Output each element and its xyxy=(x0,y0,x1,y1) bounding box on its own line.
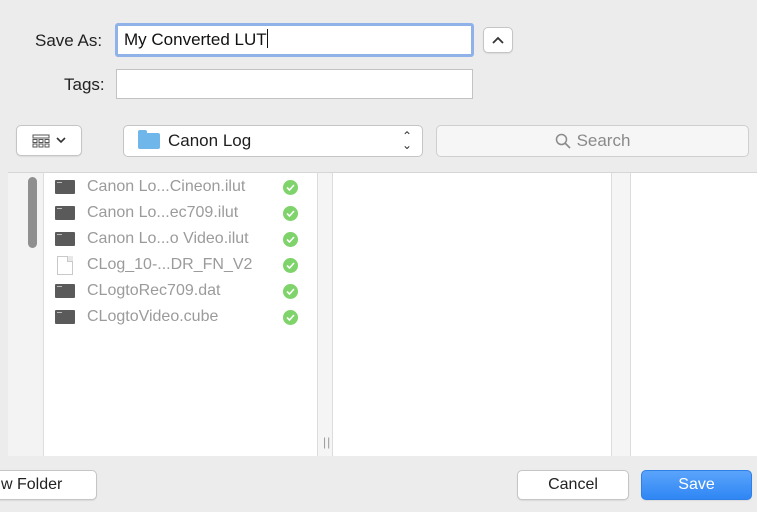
checkmark-icon xyxy=(283,205,298,221)
file-name: CLogtoVideo.cube xyxy=(87,308,219,325)
file-name: Canon Lo...ec709.ilut xyxy=(87,204,239,221)
column-gutter[interactable] xyxy=(612,173,630,457)
file-row[interactable]: CLog_10-...DR_FN_V2 xyxy=(55,253,315,277)
file-browser: Canon Lo...Cineon.ilut Canon Lo...ec709.… xyxy=(8,172,757,457)
document-icon xyxy=(55,284,75,298)
column-view-icon xyxy=(32,134,50,147)
column-resize-handle[interactable]: || xyxy=(323,435,331,449)
file-row[interactable]: Canon Lo...ec709.ilut xyxy=(55,201,315,225)
dialog-footer: w Folder Cancel Save xyxy=(0,456,757,512)
file-column: Canon Lo...Cineon.ilut Canon Lo...ec709.… xyxy=(45,173,325,457)
file-name: Canon Lo...o Video.ilut xyxy=(87,230,249,247)
document-icon xyxy=(55,206,75,220)
checkmark-icon xyxy=(283,231,298,247)
file-name: CLog_10-...DR_FN_V2 xyxy=(87,256,253,273)
search-icon xyxy=(555,133,571,149)
checkmark-icon xyxy=(283,309,298,325)
column-divider xyxy=(332,173,333,457)
sidebar-scroll-track[interactable] xyxy=(8,173,44,457)
view-mode-button[interactable] xyxy=(16,125,82,156)
new-folder-button[interactable]: w Folder xyxy=(0,470,97,500)
file-name: Canon Lo...Cineon.ilut xyxy=(87,178,246,195)
blank-file-icon xyxy=(57,255,73,275)
file-name: CLogtoRec709.dat xyxy=(87,282,221,299)
chevron-down-icon xyxy=(56,137,66,144)
save-as-label: Save As: xyxy=(35,31,103,50)
location-popup[interactable]: Canon Log ⌃ ⌄ xyxy=(123,125,423,157)
save-form: Save As: My Converted LUT Tags: Canon Lo… xyxy=(0,0,757,157)
save-dialog: Save As: My Converted LUT Tags: Canon Lo… xyxy=(0,0,757,512)
document-icon xyxy=(55,310,75,324)
file-row[interactable]: CLogtoRec709.dat xyxy=(55,279,315,303)
save-button[interactable]: Save xyxy=(641,470,752,500)
collapse-button[interactable] xyxy=(483,27,513,53)
checkmark-icon xyxy=(283,257,298,273)
checkmark-icon xyxy=(283,283,298,299)
text-cursor xyxy=(266,29,268,48)
save-as-input[interactable]: My Converted LUT xyxy=(115,23,474,57)
scrollbar-thumb[interactable] xyxy=(28,177,37,248)
file-row[interactable]: Canon Lo...o Video.ilut xyxy=(55,227,315,251)
column-divider xyxy=(630,173,631,457)
checkmark-icon xyxy=(283,179,298,195)
document-icon xyxy=(55,232,75,246)
file-row[interactable]: CLogtoVideo.cube xyxy=(55,305,315,329)
tags-label: Tags: xyxy=(64,75,105,94)
cancel-button[interactable]: Cancel xyxy=(517,470,629,500)
location-name: Canon Log xyxy=(168,131,252,150)
document-icon xyxy=(55,180,75,194)
search-placeholder: Search xyxy=(576,131,631,150)
tags-input[interactable] xyxy=(116,69,473,99)
file-row[interactable]: Canon Lo...Cineon.ilut xyxy=(55,175,315,199)
save-as-value: My Converted LUT xyxy=(124,30,267,49)
folder-icon xyxy=(138,130,160,149)
chevron-up-icon xyxy=(492,36,504,44)
updown-arrows-icon: ⌃ ⌄ xyxy=(401,129,412,152)
search-field[interactable]: Search xyxy=(436,125,749,157)
column-gutter[interactable] xyxy=(318,173,332,457)
